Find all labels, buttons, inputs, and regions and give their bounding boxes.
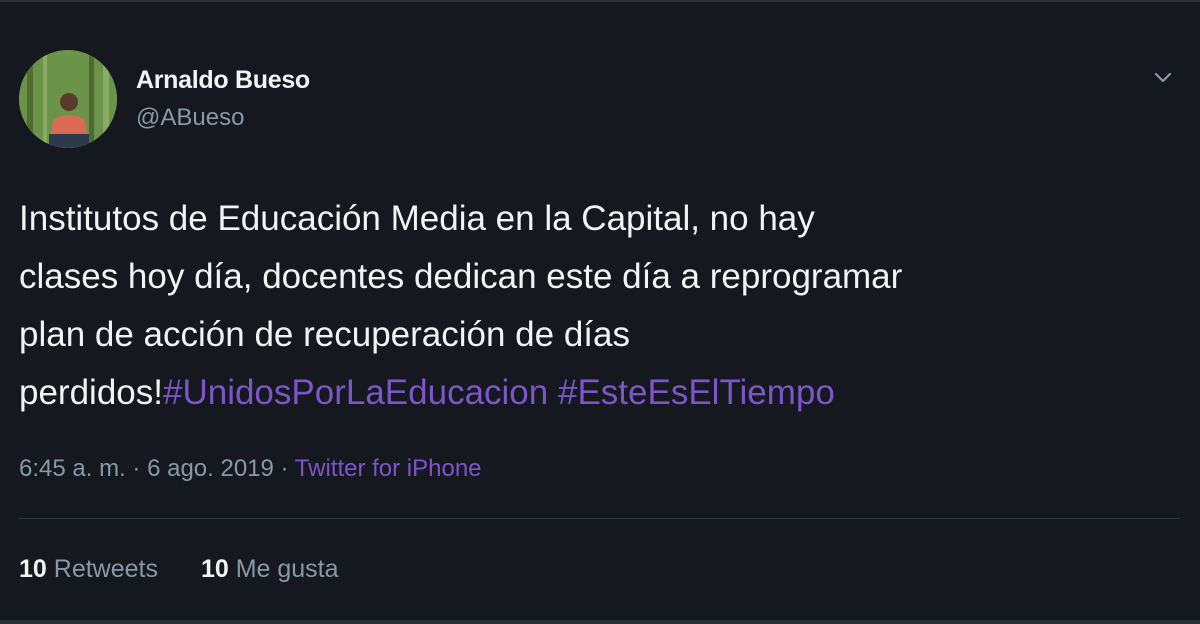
likes-count: 10 <box>200 555 229 583</box>
tweet-date: 6 ago. 2019 <box>147 455 274 482</box>
hashtag-link[interactable]: #UnidosPorLaEducacion <box>163 373 548 412</box>
retweets-stat[interactable]: 10 Retweets <box>19 555 158 584</box>
tweet-text-line: clases hoy día, docentes dedican este dí… <box>19 257 903 296</box>
tweet-card: Arnaldo Bueso @ABueso Institutos de Educ… <box>0 0 1200 624</box>
hashtag-link[interactable]: #EsteEsElTiempo <box>558 373 835 412</box>
tweet-stats: 10 Retweets 10 Me gusta <box>19 555 339 584</box>
likes-stat[interactable]: 10 Me gusta <box>201 555 339 584</box>
divider <box>19 518 1180 519</box>
tweet-text-last-line: perdidos!#UnidosPorLaEducacion #EsteEsEl… <box>19 364 1179 422</box>
author-name[interactable]: Arnaldo Bueso <box>136 66 310 95</box>
avatar-photo <box>19 50 117 148</box>
author-handle[interactable]: @ABueso <box>136 104 244 132</box>
tweet-text: Institutos de Educación Media en la Capi… <box>19 190 1179 422</box>
bottom-border <box>0 620 1200 624</box>
chevron-down-icon[interactable] <box>1150 64 1176 90</box>
likes-label: Me gusta <box>235 555 339 583</box>
tweet-timestamp[interactable]: 6:45 a. m. · 6 ago. 2019 <box>19 455 274 482</box>
avatar[interactable] <box>19 50 117 148</box>
meta-separator: · <box>280 455 289 482</box>
tweet-time: 6:45 a. m. <box>19 455 126 482</box>
tweet-text-fragment: perdidos! <box>19 373 163 412</box>
retweets-count: 10 <box>19 555 47 583</box>
meta-separator: · <box>132 455 141 482</box>
tweet-text-line: Institutos de Educación Media en la Capi… <box>19 199 815 238</box>
tweet-text-line: plan de acción de recuperación de días <box>19 315 630 354</box>
retweets-label: Retweets <box>53 555 158 583</box>
tweet-meta: 6:45 a. m. · 6 ago. 2019 · Twitter for i… <box>19 455 482 483</box>
tweet-source-link[interactable]: Twitter for iPhone <box>295 455 482 482</box>
